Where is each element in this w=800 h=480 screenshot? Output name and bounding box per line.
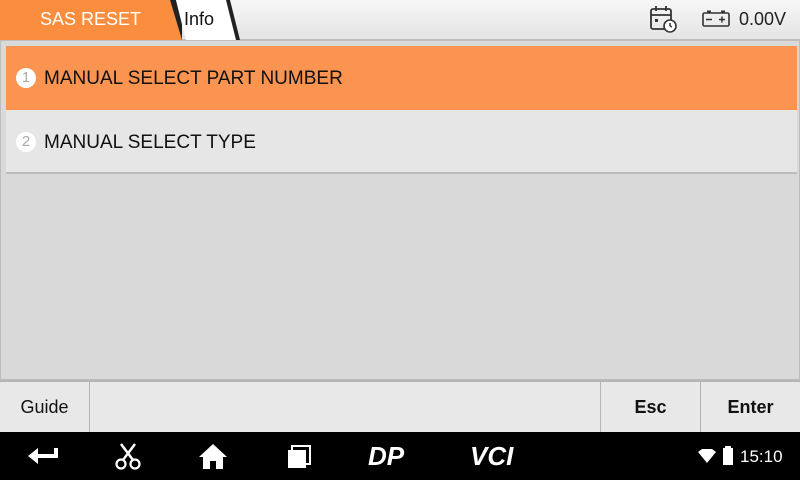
vci-icon[interactable]: VCI: [470, 443, 528, 469]
breadcrumb-label: Info: [184, 9, 215, 29]
recent-apps-icon[interactable]: [286, 444, 312, 470]
battery-status-icon: [723, 446, 733, 465]
menu-item-number: 2: [16, 132, 36, 152]
android-nav-bar: DP VCI 15:10: [0, 432, 800, 480]
menu-item-label: MANUAL SELECT TYPE: [44, 132, 256, 153]
dp-label: DP: [368, 443, 405, 469]
home-icon[interactable]: [198, 442, 228, 470]
function-bar: Guide Esc Enter: [0, 380, 800, 432]
enter-button[interactable]: Enter: [700, 382, 800, 432]
menu-item-manual-select-part-number[interactable]: 1 MANUAL SELECT PART NUMBER: [6, 46, 797, 110]
menu-item-number: 1: [16, 68, 36, 88]
top-bar: SAS RESET Info 0.00V: [0, 0, 800, 40]
menu-item-manual-select-type[interactable]: 2 MANUAL SELECT TYPE: [6, 110, 797, 174]
scissors-icon[interactable]: [114, 442, 142, 470]
breadcrumb-label: SAS RESET: [40, 9, 142, 29]
vci-label: VCI: [470, 443, 514, 469]
menu-item-label: MANUAL SELECT PART NUMBER: [44, 68, 343, 89]
voltage-readout: 0.00V: [739, 9, 787, 29]
battery-icon: [702, 10, 730, 27]
breadcrumb-info[interactable]: Info: [170, 0, 240, 40]
main-content: 1 MANUAL SELECT PART NUMBER 2 MANUAL SEL…: [0, 40, 800, 380]
dp-icon[interactable]: DP: [368, 443, 418, 469]
wifi-icon: [698, 449, 716, 463]
calendar-clock-icon[interactable]: [648, 4, 678, 34]
back-icon[interactable]: [26, 444, 60, 468]
esc-button[interactable]: Esc: [600, 382, 700, 432]
status-clock: 15:10: [740, 447, 783, 466]
breadcrumb-sas-reset[interactable]: SAS RESET: [0, 0, 182, 40]
screen: SAS RESET Info 0.00V 1 MANUAL SELECT PAR…: [0, 0, 800, 480]
guide-button[interactable]: Guide: [0, 382, 90, 432]
